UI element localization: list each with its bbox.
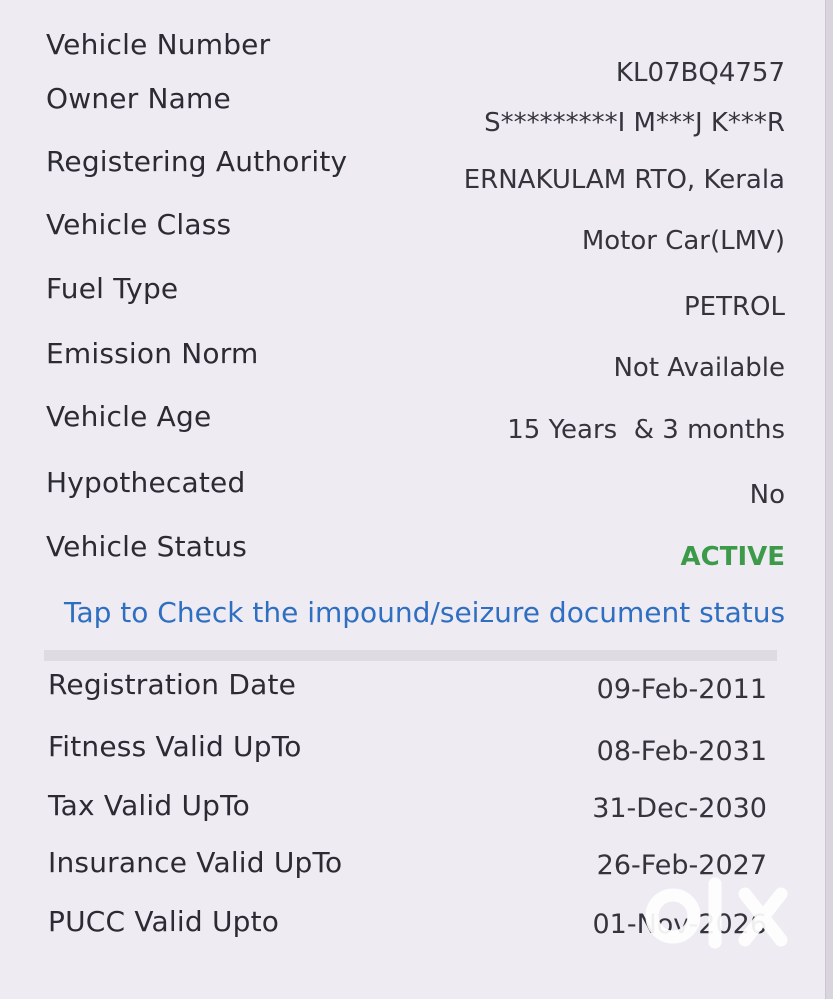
row-vehicle-number: Vehicle Number KL07BQ4757 [46, 28, 785, 88]
registration-date-value: 09-Feb-2011 [596, 674, 767, 705]
emission-norm-value: Not Available [613, 353, 785, 383]
pucc-valid-label: PUCC Valid Upto [48, 905, 280, 938]
fuel-type-value: PETROL [683, 292, 785, 322]
emission-norm-label: Emission Norm [46, 337, 259, 370]
row-fitness-valid: Fitness Valid UpTo 08-Feb-2031 [48, 730, 767, 774]
impound-status-link[interactable]: Tap to Check the impound/seizure documen… [64, 596, 785, 629]
row-fuel-type: Fuel Type PETROL [46, 272, 785, 332]
owner-name-value: S*********I M***J K***R [484, 108, 785, 138]
row-vehicle-status: Vehicle Status ACTIVE [46, 530, 785, 590]
vehicle-details-card: Vehicle Number KL07BQ4757 Owner Name S**… [0, 0, 826, 999]
vehicle-class-label: Vehicle Class [46, 208, 232, 241]
row-vehicle-class: Vehicle Class Motor Car(LMV) [46, 208, 785, 268]
tax-valid-value: 31-Dec-2030 [592, 793, 767, 824]
registration-date-label: Registration Date [48, 668, 297, 701]
registering-authority-value: ERNAKULAM RTO, Kerala [463, 165, 785, 195]
row-tax-valid: Tax Valid UpTo 31-Dec-2030 [48, 789, 767, 833]
tax-valid-label: Tax Valid UpTo [48, 789, 251, 822]
vehicle-age-label: Vehicle Age [46, 400, 212, 433]
row-registration-date: Registration Date 09-Feb-2011 [48, 668, 767, 712]
hypothecated-value: No [749, 480, 785, 510]
row-owner-name: Owner Name S*********I M***J K***R [46, 82, 785, 142]
registering-authority-label: Registering Authority [46, 145, 348, 178]
fitness-valid-value: 08-Feb-2031 [596, 736, 767, 767]
vehicle-status-badge: ACTIVE [680, 542, 786, 572]
vehicle-status-label: Vehicle Status [46, 530, 248, 563]
section-divider [44, 650, 777, 661]
fuel-type-label: Fuel Type [46, 272, 179, 305]
row-registering-authority: Registering Authority ERNAKULAM RTO, Ker… [46, 145, 785, 205]
owner-name-label: Owner Name [46, 82, 231, 115]
vehicle-class-value: Motor Car(LMV) [581, 226, 785, 256]
row-emission-norm: Emission Norm Not Available [46, 337, 785, 397]
olx-watermark-icon [645, 877, 788, 949]
fitness-valid-label: Fitness Valid UpTo [48, 730, 302, 763]
row-vehicle-age: Vehicle Age 15 Years & 3 months [46, 400, 785, 460]
vehicle-age-value: 15 Years & 3 months [507, 415, 785, 445]
vehicle-number-label: Vehicle Number [46, 28, 271, 61]
insurance-valid-label: Insurance Valid UpTo [48, 846, 343, 879]
row-hypothecated: Hypothecated No [46, 466, 785, 526]
hypothecated-label: Hypothecated [46, 466, 246, 499]
